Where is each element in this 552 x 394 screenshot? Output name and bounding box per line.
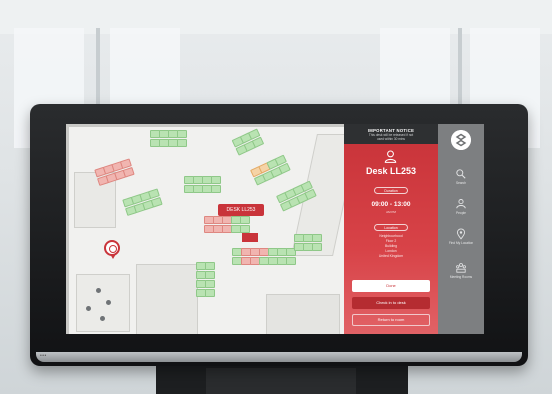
pin-tail [110,254,116,259]
kiosk-screen: DESK LL253 IMPORTANT NOTICE This desk wi… [66,124,484,334]
map-room [136,264,198,334]
people-icon [456,199,466,209]
desk-cluster[interactable] [232,248,296,265]
time-range: 09:00 - 13:00 [371,201,411,208]
kiosk-bezel-chin [36,352,522,362]
kiosk-stand-neck [206,368,356,394]
nav-label: Find My Location [448,241,474,245]
brand-logo-icon[interactable] [451,130,471,150]
nav-item-people[interactable]: People [438,198,484,215]
desk-cluster[interactable] [122,188,163,216]
desk-popup[interactable]: DESK LL253 [218,204,264,216]
meeting-room-icon [456,263,466,273]
nav-label: Meeting Rooms [449,275,473,279]
lounge-chair [100,316,105,321]
return-button[interactable]: Return to room [352,314,430,326]
lounge-chair [86,306,91,311]
user-icon [384,150,397,163]
time-period: AM PM [386,210,396,214]
lounge-chair [106,300,111,305]
done-button[interactable]: Done [352,280,430,292]
desk-title: Desk LL253 [365,166,417,176]
floor-plan-map[interactable]: DESK LL253 [66,124,344,334]
duration-label: Duration [374,187,408,194]
search-icon [456,169,466,179]
location-details: Neighbourhood Floor 2 Building London Un… [344,234,438,259]
check-in-button[interactable]: Check in to desk [352,297,430,309]
desk-cluster[interactable] [294,234,322,251]
desk-cluster[interactable] [150,130,187,147]
kiosk-brand-mark: ••• [40,353,47,359]
important-notice: IMPORTANT NOTICE This desk will be relea… [344,124,438,144]
map-room [266,294,340,334]
desk-cluster-selected[interactable] [204,216,250,233]
side-nav: Search People Find My Location Meeting R… [438,124,484,334]
lounge-chair [96,288,101,293]
nav-label: Search [455,181,467,185]
map-room-lounge [76,274,130,332]
desk-cluster[interactable] [184,176,221,193]
location-pin-icon [456,228,466,240]
notice-text-line: used within 30 mins [377,137,405,141]
desk-cluster[interactable] [231,128,265,156]
notice-title: IMPORTANT NOTICE [367,128,415,133]
map-wall [66,124,69,334]
nav-label: People [456,211,466,215]
location-line: United Kingdom [378,254,404,258]
nav-item-find-location[interactable]: Find My Location [438,228,484,245]
booking-panel: IMPORTANT NOTICE This desk will be relea… [344,124,438,334]
nav-item-search[interactable]: Search [438,168,484,185]
selected-desk-marker[interactable] [242,233,258,242]
desk-cluster[interactable] [196,262,215,297]
nav-item-meeting-rooms[interactable]: Meeting Rooms [438,262,484,279]
location-label: Location [374,224,408,231]
map-wall [66,124,344,127]
desk-cluster[interactable] [250,154,291,186]
